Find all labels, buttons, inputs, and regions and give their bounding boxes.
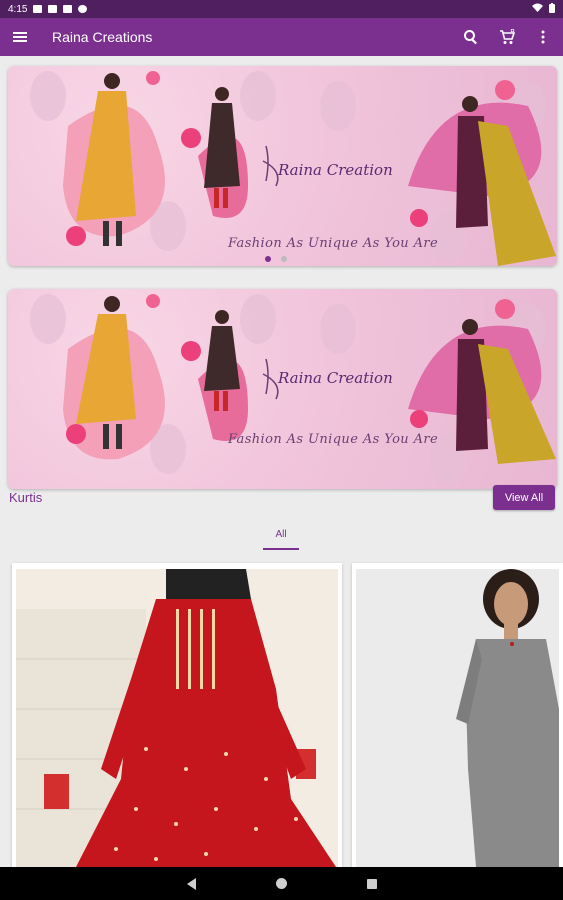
section-title: Kurtis [9,490,43,505]
carousel-dot-active[interactable] [265,256,271,262]
tab-all[interactable]: All [263,529,299,550]
product-image[interactable] [16,569,338,867]
banner-artwork [30,294,556,484]
battery-icon [549,2,555,16]
home-icon[interactable] [275,878,287,889]
recents-icon[interactable] [366,878,377,889]
carousel-indicator [265,256,287,262]
notification-icon [63,5,73,13]
app-bar: Raina Creations [0,18,563,56]
banner-tagline-text: Fashion As Unique As You Are [228,432,439,447]
cart-icon[interactable] [497,27,517,47]
banner-brand-text: Raina Creation [278,161,393,179]
search-icon[interactable] [461,27,481,47]
promo-banner[interactable]: Raina Creation Fashion As Unique As You … [8,289,557,489]
status-time: 4:15 [8,3,28,15]
back-icon[interactable] [186,877,196,890]
banner-tagline-text: Fashion As Unique As You Are [228,236,439,251]
notification-icon [33,5,43,13]
menu-icon[interactable] [10,27,30,47]
app-title: Raina Creations [52,29,153,45]
notification-icon [48,5,58,13]
status-bar: 4:15 [0,0,563,18]
view-all-button[interactable]: View All [493,485,555,510]
product-card[interactable] [12,563,342,867]
product-card[interactable] [352,563,563,867]
more-vert-icon[interactable] [533,27,553,47]
carousel-dot[interactable] [281,256,287,262]
notification-icon [78,5,88,13]
banner-brand-text: Raina Creation [278,369,393,387]
promo-banner[interactable]: Raina Creation Fashion As Unique As You … [8,66,557,266]
system-nav-bar [0,867,563,900]
wifi-icon [532,3,543,15]
product-image[interactable] [356,569,559,867]
